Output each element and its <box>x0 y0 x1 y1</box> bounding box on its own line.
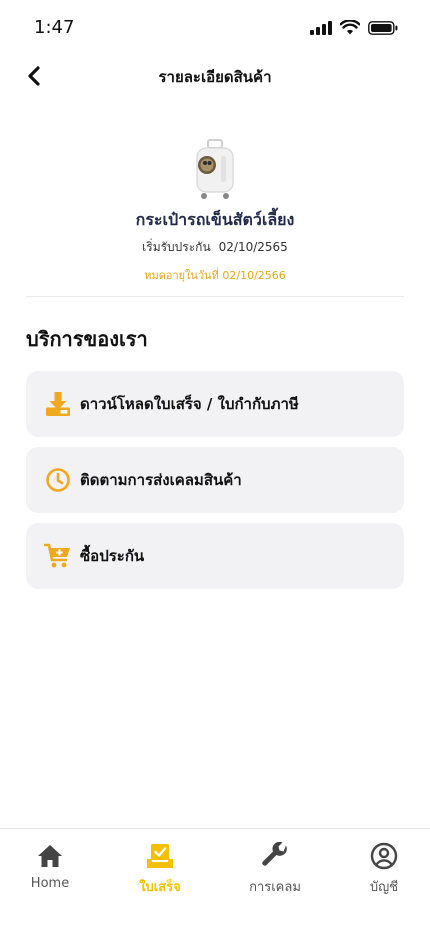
product-name: กระเป๋ารถเข็นสัตว์เลี้ยง <box>135 210 295 229</box>
wifi-icon <box>340 20 360 35</box>
coverage-start: เริ่มรับประกัน 02/10/2565 <box>0 238 430 257</box>
status-bar: 1:47 <box>0 0 430 58</box>
status-time: 1:47 <box>34 17 75 38</box>
cellular-signal-icon <box>310 20 332 35</box>
track-claim-button[interactable]: ติดตามการส่งเคลมสินค้า <box>26 447 404 513</box>
header: รายละเอียดสินค้า <box>0 58 430 94</box>
nav-item-home[interactable]: Home <box>10 841 90 891</box>
divider <box>26 296 404 297</box>
status-icons <box>310 20 398 35</box>
service-label: ดาวน์โหลดใบเสร็จ / ใบกำกับภาษี <box>80 395 299 413</box>
receipt-check-icon <box>145 841 175 871</box>
user-circle-icon <box>369 841 399 871</box>
nav-item-claims[interactable]: การเคลม <box>235 841 315 897</box>
nav-label: บัญชี <box>369 880 399 895</box>
nav-label: Home <box>30 876 70 891</box>
services-list: ดาวน์โหลดใบเสร็จ / ใบกำกับภาษี ติดตามการ… <box>26 371 404 599</box>
pet-stroller-bag-image <box>196 139 234 199</box>
wrench-icon <box>260 841 290 871</box>
product-summary: กระเป๋ารถเข็นสัตว์เลี้ยง เริ่มรับประกัน 0… <box>0 138 430 284</box>
nav-item-receipts[interactable]: ใบเสร็จ <box>120 841 200 897</box>
service-label: ซื้อประกัน <box>80 547 145 565</box>
coverage-start-label: เริ่มรับประกัน <box>142 240 211 254</box>
page-title: รายละเอียดสินค้า <box>158 68 272 86</box>
section-title: บริการของเรา <box>26 327 148 351</box>
download-receipt-button[interactable]: ดาวน์โหลดใบเสร็จ / ใบกำกับภาษี <box>26 371 404 437</box>
download-receipt-icon <box>44 390 72 418</box>
clock-icon <box>44 466 72 494</box>
service-label: ติดตามการส่งเคลมสินค้า <box>80 471 242 489</box>
nav-item-account[interactable]: บัญชี <box>344 841 424 897</box>
buy-insurance-button[interactable]: ซื้อประกัน <box>26 523 404 589</box>
battery-icon <box>368 20 398 35</box>
nav-label: ใบเสร็จ <box>139 880 181 895</box>
coverage-expiry: หมดอายุในวันที่ 02/10/2566 <box>144 269 286 282</box>
nav-label: การเคลม <box>249 880 301 895</box>
bottom-nav: Home ใบเสร็จ การเคลม บัญชี <box>0 828 430 932</box>
cart-plus-icon <box>44 542 72 570</box>
home-icon <box>35 841 65 871</box>
coverage-start-date: 02/10/2565 <box>218 240 288 254</box>
